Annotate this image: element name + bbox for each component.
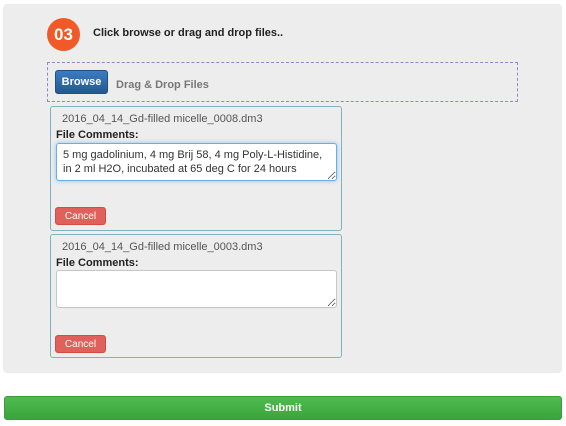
browse-button[interactable]: Browse xyxy=(55,70,108,94)
file-comments-input[interactable] xyxy=(56,143,337,181)
file-name: 2016_04_14_Gd-filled micelle_0003.dm3 xyxy=(62,241,263,253)
file-comments-label: File Comments: xyxy=(56,257,139,269)
cancel-button[interactable]: Cancel xyxy=(55,335,106,353)
drag-drop-label: Drag & Drop Files xyxy=(116,79,209,91)
file-card: 2016_04_14_Gd-filled micelle_0008.dm3 Fi… xyxy=(50,106,342,231)
submit-button[interactable]: Submit xyxy=(4,396,562,420)
file-comments-label: File Comments: xyxy=(56,129,139,141)
step-title: Click browse or drag and drop files.. xyxy=(93,27,284,39)
step-number-badge: 03 xyxy=(47,18,80,51)
file-comments-input[interactable] xyxy=(56,270,337,308)
file-card: 2016_04_14_Gd-filled micelle_0003.dm3 Fi… xyxy=(50,234,342,358)
file-name: 2016_04_14_Gd-filled micelle_0008.dm3 xyxy=(62,113,263,125)
cancel-button[interactable]: Cancel xyxy=(55,207,106,225)
